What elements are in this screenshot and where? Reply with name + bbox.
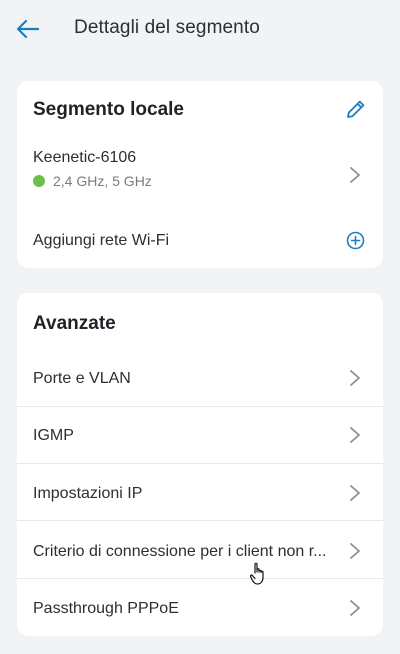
menu-item-label: Porte e VLAN: [33, 370, 131, 387]
add-wifi-row[interactable]: Aggiungi rete Wi-Fi: [17, 219, 383, 263]
network-name: Keenetic-6106: [33, 149, 137, 166]
menu-item-label: Impostazioni IP: [33, 485, 143, 502]
chevron-right-icon: [350, 543, 360, 559]
advanced-title: Avanzate: [33, 313, 116, 334]
network-bands-text: 2,4 GHz, 5 GHz: [53, 173, 152, 189]
chevron-right-icon: [350, 370, 360, 386]
arrow-left-icon: [16, 19, 40, 39]
edit-button[interactable]: [345, 98, 367, 120]
page-title: Dettagli del segmento: [74, 17, 260, 38]
app-bar: Dettagli del segmento: [0, 0, 400, 58]
menu-item-label: Criterio di connessione per i client non…: [33, 543, 327, 560]
plus-circle-icon[interactable]: [346, 231, 365, 250]
menu-item-label: IGMP: [33, 427, 74, 444]
network-row[interactable]: Keenetic-6106 2,4 GHz, 5 GHz: [17, 137, 383, 199]
back-button[interactable]: [14, 16, 42, 42]
chevron-right-icon: [350, 167, 360, 183]
menu-item-label: Passthrough PPPoE: [33, 600, 179, 617]
menu-item-igmp[interactable]: IGMP: [17, 407, 383, 464]
menu-item-connection-policy[interactable]: Criterio di connessione per i client non…: [17, 521, 383, 579]
chevron-right-icon: [350, 427, 360, 443]
menu-item-ports-vlan[interactable]: Porte e VLAN: [17, 350, 383, 407]
add-wifi-label: Aggiungi rete Wi-Fi: [33, 232, 170, 249]
chevron-right-icon: [350, 485, 360, 501]
status-dot: [33, 175, 45, 187]
local-segment-card: Segmento locale Keenetic-6106 2,4 GHz, 5…: [17, 81, 383, 268]
hand-cursor-icon: [249, 562, 264, 585]
chevron-right-icon: [350, 600, 360, 616]
advanced-card: Avanzate Porte e VLAN IGMP Impostazioni …: [17, 293, 383, 636]
pencil-icon: [347, 100, 365, 118]
network-bands: 2,4 GHz, 5 GHz: [33, 173, 152, 189]
local-segment-title: Segmento locale: [33, 99, 184, 120]
menu-item-ip-settings[interactable]: Impostazioni IP: [17, 464, 383, 521]
menu-item-pppoe-passthrough[interactable]: Passthrough PPPoE: [17, 579, 383, 636]
